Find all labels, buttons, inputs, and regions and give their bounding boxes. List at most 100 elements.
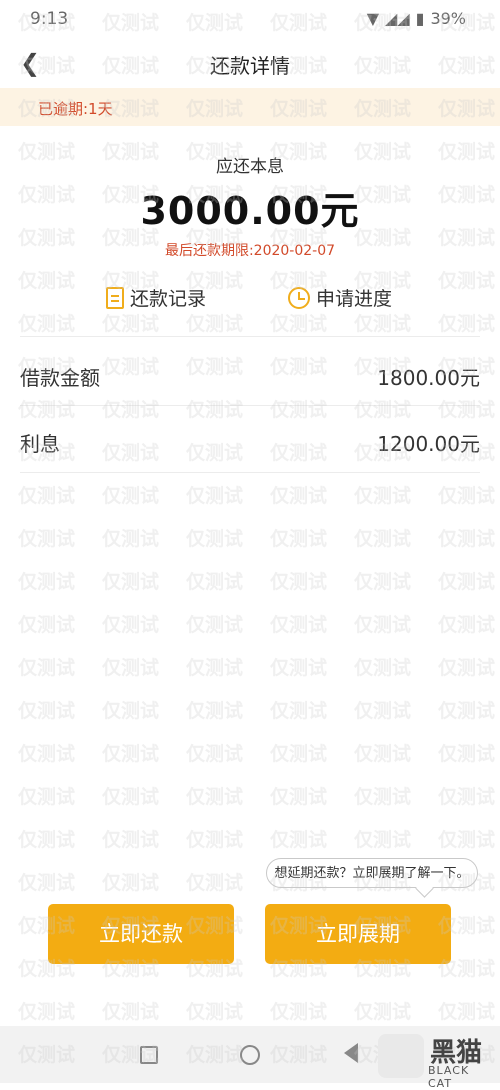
repay-now-button[interactable]: 立即还款	[48, 904, 234, 964]
home-icon[interactable]	[240, 1045, 260, 1065]
watermark-text: 仅测试	[102, 743, 160, 765]
quick-links: 还款记录 申请进度	[0, 280, 500, 320]
watermark-text: 仅测试	[102, 571, 160, 593]
watermark-text: 仅测试	[270, 528, 328, 550]
overdue-banner: 已逾期:1天	[0, 88, 500, 126]
page-title: 还款详情	[210, 54, 290, 78]
watermark-text: 仅测试	[18, 743, 76, 765]
detail-label: 借款金额	[20, 366, 100, 390]
back-nav-icon[interactable]	[344, 1043, 358, 1063]
watermark-text: 仅测试	[18, 571, 76, 593]
status-time: 9:13	[30, 9, 69, 29]
watermark-text: 仅测试	[186, 1001, 244, 1023]
recents-icon[interactable]	[140, 1046, 158, 1064]
watermark-text: 仅测试	[354, 485, 412, 507]
watermark-text: 仅测试	[354, 614, 412, 636]
clock-icon	[288, 286, 310, 309]
repayment-records-label: 还款记录	[130, 288, 207, 310]
document-icon	[106, 286, 124, 309]
detail-row-interest: 利息 1200.00元	[20, 420, 480, 460]
watermark-text: 仅测试	[186, 829, 244, 851]
watermark-text: 仅测试	[186, 657, 244, 679]
watermark-text: 仅测试	[102, 786, 160, 808]
watermark-text: 仅测试	[438, 829, 496, 851]
watermark-text: 仅测试	[102, 1001, 160, 1023]
watermark-text: 仅测试	[438, 571, 496, 593]
watermark-text: 仅测试	[354, 399, 412, 421]
watermark-text: 仅测试	[102, 872, 160, 894]
application-progress-label: 申请进度	[316, 288, 393, 310]
watermark-text: 仅测试	[18, 657, 76, 679]
watermark-text: 仅测试	[186, 485, 244, 507]
watermark-text: 仅测试	[438, 786, 496, 808]
watermark-text: 仅测试	[354, 571, 412, 593]
watermark-text: 仅测试	[102, 614, 160, 636]
nav-bar: ❮ 还款详情	[0, 40, 500, 86]
logo: 黑猫 BLACK CAT	[378, 1030, 496, 1090]
watermark-text: 仅测试	[18, 399, 76, 421]
watermark-text: 仅测试	[18, 786, 76, 808]
detail-value: 1200.00元	[377, 432, 480, 456]
watermark-text: 仅测试	[438, 528, 496, 550]
watermark-text: 仅测试	[438, 700, 496, 722]
watermark-text: 仅测试	[186, 614, 244, 636]
watermark-text: 仅测试	[102, 399, 160, 421]
watermark-text: 仅测试	[354, 700, 412, 722]
divider	[20, 336, 480, 337]
watermark-text: 仅测试	[102, 657, 160, 679]
battery-percent: 39%	[430, 9, 466, 28]
logo-sub: BLACK CAT	[428, 1064, 470, 1090]
extend-now-button[interactable]: 立即展期	[265, 904, 451, 964]
watermark-text: 仅测试	[438, 485, 496, 507]
watermark-text: 仅测试	[354, 1001, 412, 1023]
watermark-text: 仅测试	[186, 571, 244, 593]
watermark-text: 仅测试	[18, 700, 76, 722]
watermark-text: 仅测试	[102, 829, 160, 851]
status-icons: ▼ ◢◢ ▮ 39%	[367, 9, 466, 28]
detail-value: 1800.00元	[377, 366, 480, 390]
status-bar: 9:13 ▼ ◢◢ ▮ 39%	[0, 0, 500, 40]
watermark-text: 仅测试	[270, 571, 328, 593]
watermark-text: 仅测试	[438, 743, 496, 765]
watermark-text: 仅测试	[18, 614, 76, 636]
watermark-text: 仅测试	[186, 700, 244, 722]
watermark-text: 仅测试	[186, 399, 244, 421]
watermark-text: 仅测试	[270, 657, 328, 679]
battery-icon: ▮	[415, 9, 425, 28]
watermark-text: 仅测试	[102, 700, 160, 722]
wifi-icon: ▼	[366, 9, 380, 28]
watermark-text: 仅测试	[186, 872, 244, 894]
repayment-records-link[interactable]: 还款记录	[106, 284, 206, 311]
cat-logo-icon	[378, 1034, 424, 1078]
watermark-text: 仅测试	[270, 485, 328, 507]
watermark-text: 仅测试	[186, 786, 244, 808]
divider	[20, 405, 480, 406]
overdue-text: 已逾期:1天	[38, 100, 113, 118]
detail-row-principal: 借款金额 1800.00元	[20, 354, 480, 394]
watermark-text: 仅测试	[354, 528, 412, 550]
detail-label: 利息	[20, 432, 60, 456]
application-progress-link[interactable]: 申请进度	[288, 284, 392, 311]
watermark-text: 仅测试	[18, 872, 76, 894]
watermark-text: 仅测试	[438, 614, 496, 636]
watermark-text: 仅测试	[102, 485, 160, 507]
watermark-text: 仅测试	[102, 528, 160, 550]
watermark-text: 仅测试	[270, 399, 328, 421]
watermark-text: 仅测试	[354, 657, 412, 679]
watermark-text: 仅测试	[270, 829, 328, 851]
extension-tooltip: 想延期还款？立即展期了解一下。	[266, 858, 478, 898]
watermark-text: 仅测试	[354, 786, 412, 808]
watermark-text: 仅测试	[438, 399, 496, 421]
watermark-text: 仅测试	[270, 786, 328, 808]
divider	[20, 472, 480, 473]
signal-icon: ◢◢	[385, 9, 410, 28]
watermark-text: 仅测试	[438, 657, 496, 679]
watermark-text: 仅测试	[186, 743, 244, 765]
watermark-text: 仅测试	[18, 528, 76, 550]
watermark-text: 仅测试	[18, 829, 76, 851]
watermark-text: 仅测试	[438, 1001, 496, 1023]
watermark-text: 仅测试	[270, 743, 328, 765]
tooltip-tail	[415, 879, 434, 898]
due-amount: 3000.00元	[140, 189, 360, 233]
watermark-text: 仅测试	[18, 485, 76, 507]
